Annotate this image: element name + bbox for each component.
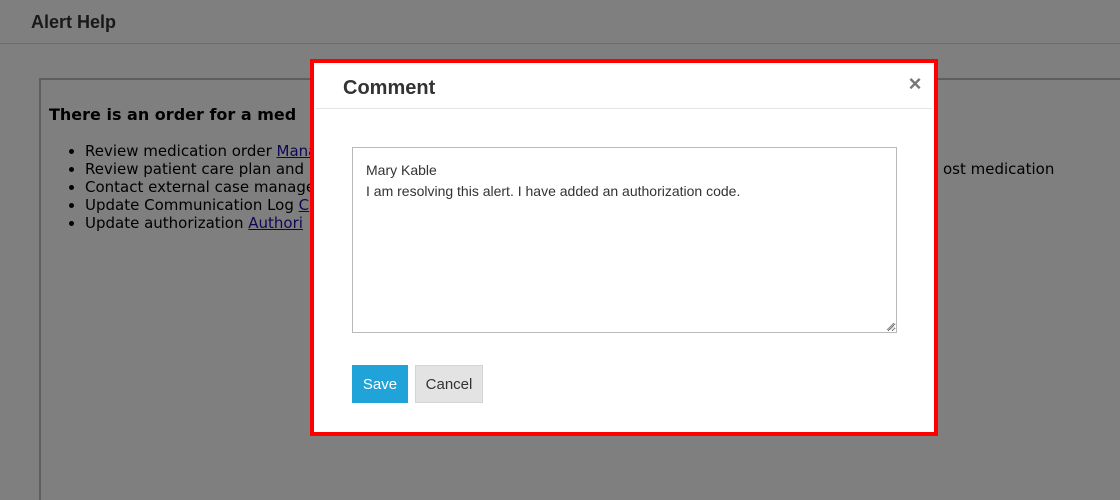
comment-line-body: I am resolving this alert. I have added … xyxy=(366,183,741,199)
comment-line-author: Mary Kable xyxy=(366,162,437,178)
resize-grip-icon[interactable] xyxy=(885,321,895,331)
comment-textarea[interactable]: Mary Kable I am resolving this alert. I … xyxy=(352,147,897,333)
modal-body: Comment × Mary Kable I am resolving this… xyxy=(316,65,932,430)
cancel-button[interactable]: Cancel xyxy=(415,365,483,403)
modal-header: Comment × xyxy=(316,65,932,109)
comment-modal: Comment × Mary Kable I am resolving this… xyxy=(310,59,938,436)
save-button[interactable]: Save xyxy=(352,365,408,403)
close-icon[interactable]: × xyxy=(904,71,926,97)
modal-title: Comment xyxy=(343,77,436,99)
